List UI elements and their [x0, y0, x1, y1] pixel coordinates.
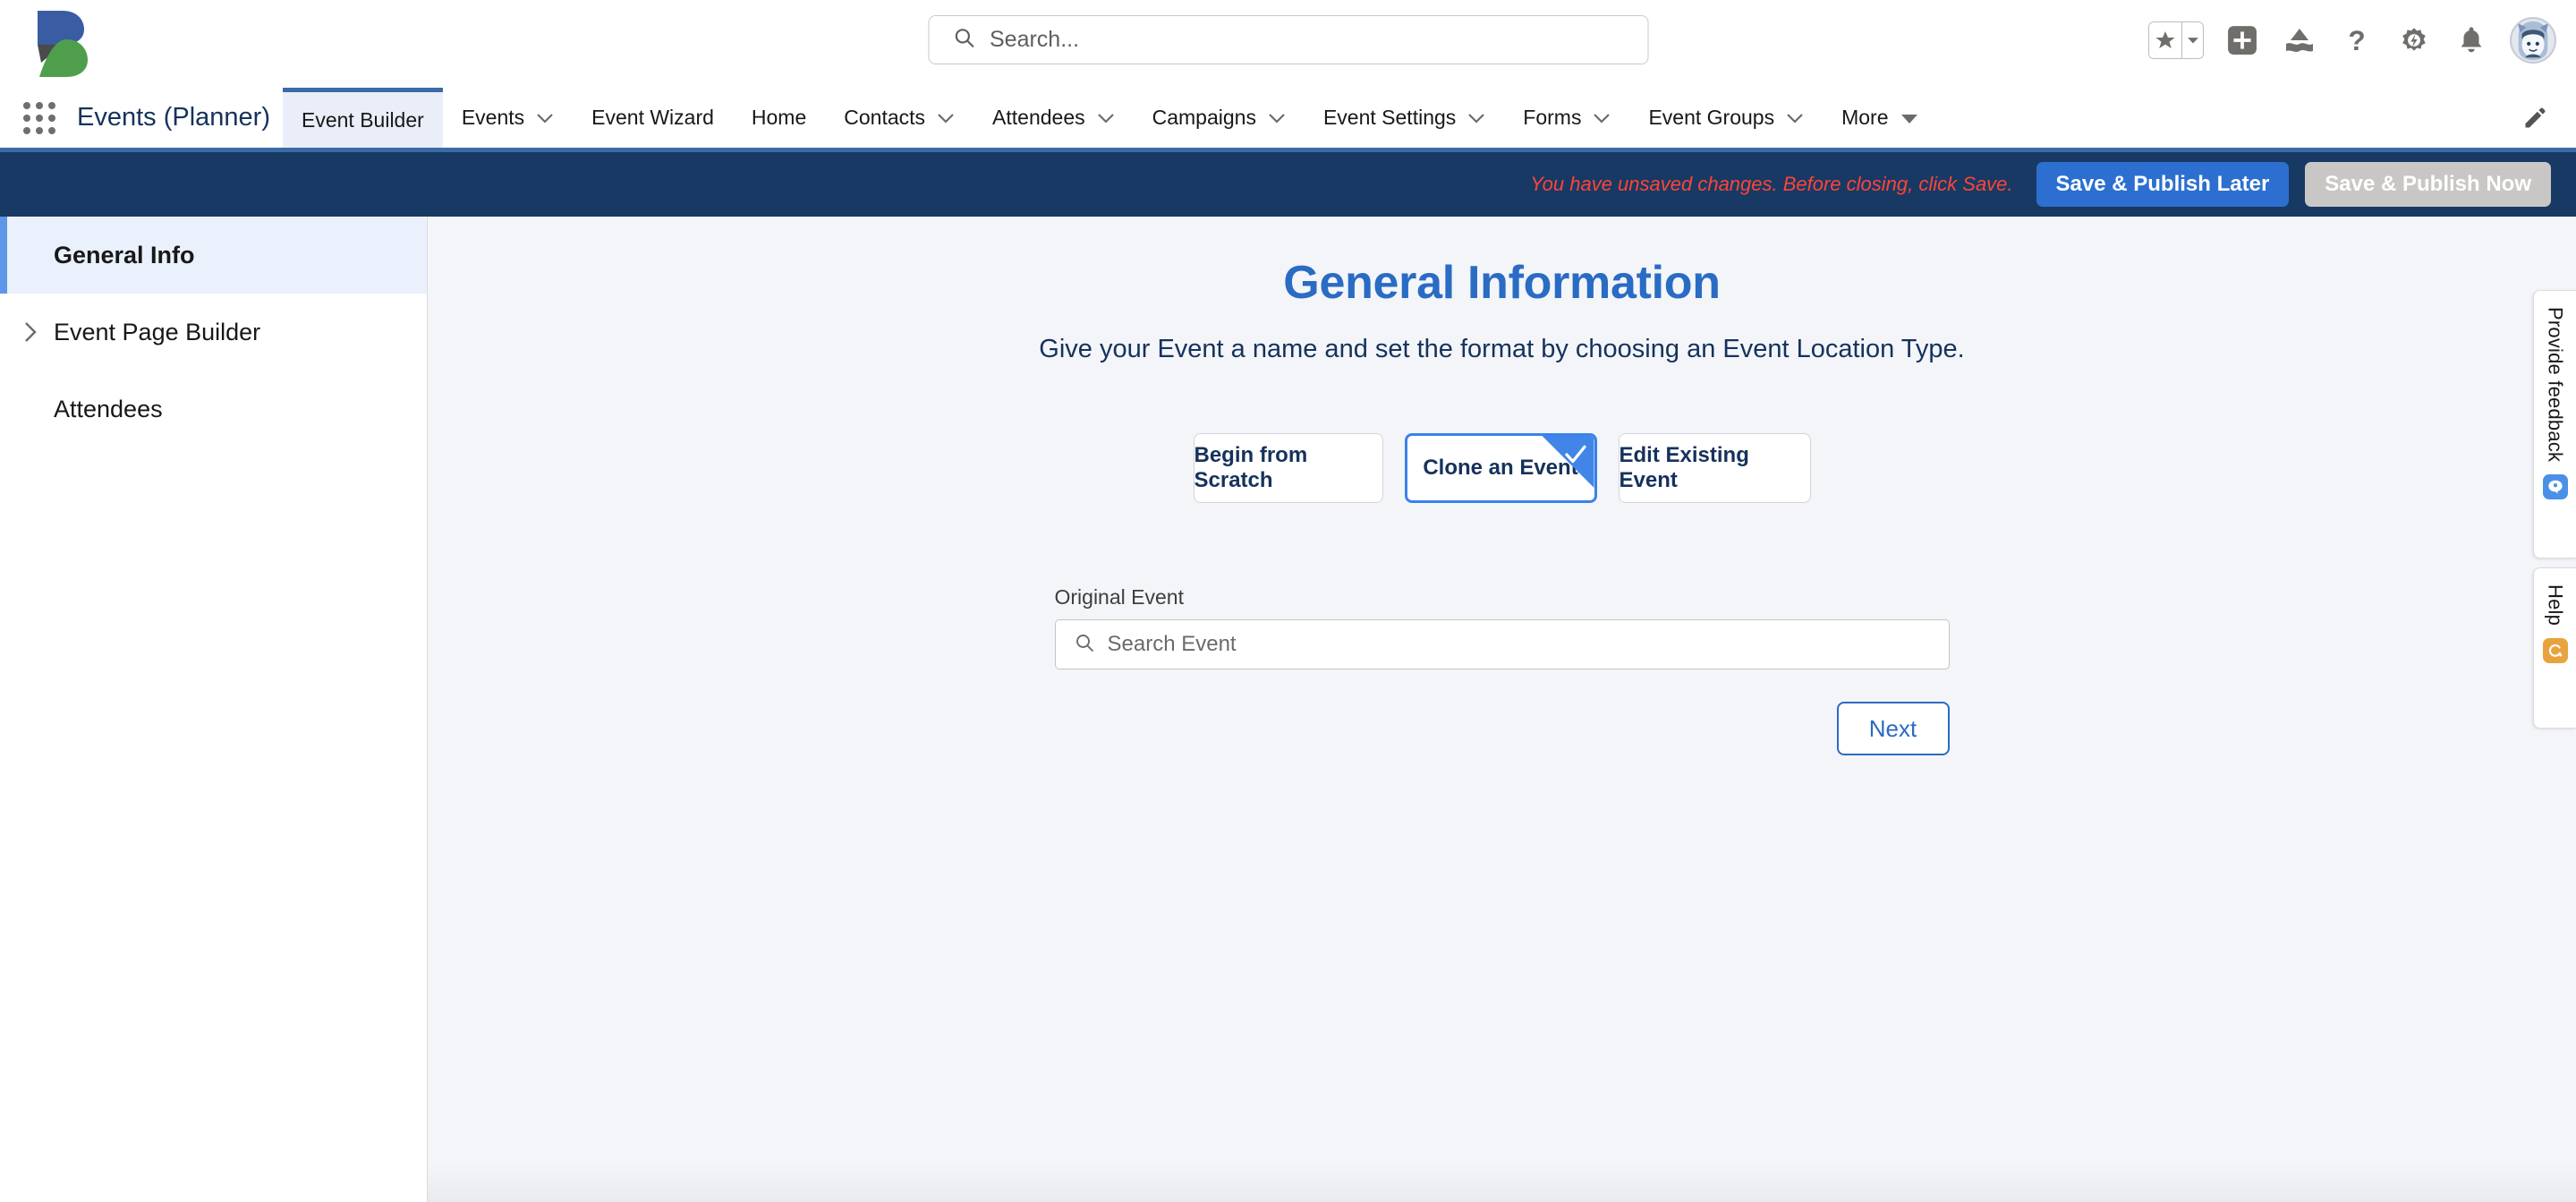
page-subtitle: Give your Event a name and set the forma… — [1039, 335, 1965, 363]
nav-tab-contacts[interactable]: Contacts — [825, 88, 973, 148]
nav-tab-label: Attendees — [992, 106, 1085, 129]
brand-logo[interactable] — [30, 9, 89, 79]
choice-label: Begin from Scratch — [1194, 443, 1308, 492]
nav-tab-label: Home — [751, 106, 807, 129]
setup-gear-icon[interactable] — [2395, 21, 2433, 59]
user-avatar[interactable] — [2510, 17, 2556, 64]
nav-tab-campaigns[interactable]: Campaigns — [1134, 88, 1305, 148]
save-publish-later-button[interactable]: Save & Publish Later — [2036, 162, 2290, 207]
chevron-right-icon — [23, 320, 38, 344]
nav-tab-label: Event Groups — [1648, 106, 1775, 129]
choice-label: Edit Existing Event — [1619, 443, 1749, 492]
nav-tab-label: Event Builder — [302, 107, 424, 132]
utility-rail: Provide feedback Help — [2533, 290, 2576, 729]
search-icon — [1074, 632, 1095, 658]
nav-tab-home[interactable]: Home — [733, 88, 825, 148]
event-creation-mode-group: Begin from Scratch Clone an Event Edit E… — [1193, 433, 1811, 503]
sidebar-item-label: Event Page Builder — [54, 318, 261, 345]
help-lifering-icon — [2542, 638, 2568, 664]
next-button-row: Next — [1055, 702, 1950, 755]
notifications-bell-icon[interactable] — [2453, 21, 2490, 59]
nav-tab-label: Campaigns — [1152, 106, 1256, 129]
original-event-label: Original Event — [1054, 585, 1184, 609]
favorites-group — [2148, 21, 2204, 59]
edit-navigation-pencil-icon[interactable] — [2517, 100, 2553, 136]
nav-tab-label: More — [1841, 106, 1889, 129]
search-icon — [952, 26, 975, 54]
help-question-icon[interactable]: ? — [2338, 21, 2376, 59]
nav-tab-forms[interactable]: Forms — [1504, 88, 1629, 148]
service-setup-icon[interactable] — [2281, 21, 2318, 59]
help-label: Help — [2544, 584, 2567, 627]
save-action-bar: You have unsaved changes. Before closing… — [0, 152, 2576, 217]
nav-tab-list: Event Builder Events Event Wizard Home C… — [283, 88, 2576, 148]
chevron-down-icon — [1786, 106, 1804, 130]
chevron-down-icon — [1268, 106, 1286, 130]
nav-tab-event-groups[interactable]: Event Groups — [1629, 88, 1823, 148]
nav-tab-event-builder[interactable]: Event Builder — [283, 88, 443, 148]
chevron-down-icon — [1467, 106, 1485, 130]
begin-from-scratch-card[interactable]: Begin from Scratch — [1193, 433, 1383, 503]
app-name-label: Events (Planner) — [77, 103, 270, 132]
feedback-icon — [2542, 474, 2568, 500]
global-search-input[interactable]: Search... — [928, 15, 1648, 64]
nav-tab-event-settings[interactable]: Event Settings — [1305, 88, 1504, 148]
provide-feedback-tab[interactable]: Provide feedback — [2533, 290, 2576, 558]
page-body: General Info Event Page Builder Attendee… — [0, 217, 2576, 1202]
header-icon-group: ? — [2148, 13, 2556, 68]
nav-tab-label: Forms — [1523, 106, 1582, 129]
nav-tab-more[interactable]: More — [1823, 88, 1936, 148]
global-actions-plus-icon[interactable] — [2223, 21, 2261, 59]
edit-existing-event-card[interactable]: Edit Existing Event — [1618, 433, 1811, 503]
chevron-down-icon — [937, 106, 955, 130]
original-event-field: Original Event Search Event — [1054, 585, 1950, 669]
original-event-placeholder: Search Event — [1107, 632, 1237, 656]
chevron-down-icon — [536, 106, 554, 130]
nav-tab-label: Event Settings — [1322, 106, 1457, 129]
sidebar-item-label: Attendees — [54, 395, 163, 422]
nav-tab-attendees[interactable]: Attendees — [973, 88, 1134, 148]
sidebar-item-attendees[interactable]: Attendees — [0, 371, 427, 448]
nav-tab-events[interactable]: Events — [443, 88, 573, 148]
sidebar-item-event-page-builder[interactable]: Event Page Builder — [0, 294, 427, 371]
bottom-shade — [428, 1163, 2576, 1202]
clone-an-event-card[interactable]: Clone an Event — [1404, 433, 1597, 503]
app-launcher-icon[interactable] — [14, 88, 64, 148]
global-search-container: Search... — [928, 15, 1648, 64]
chevron-down-icon — [1097, 106, 1115, 130]
next-button[interactable]: Next — [1836, 702, 1950, 755]
sidebar-item-general-info[interactable]: General Info — [0, 217, 427, 294]
page-title: General Information — [1283, 257, 1721, 309]
nav-tab-label: Event Wizard — [591, 106, 714, 129]
svg-text:?: ? — [2348, 25, 2365, 55]
favorites-dropdown-icon[interactable] — [2181, 22, 2203, 58]
nav-tab-event-wizard[interactable]: Event Wizard — [573, 88, 733, 148]
favorites-star-icon[interactable] — [2149, 22, 2181, 58]
caret-down-filled-icon — [1900, 106, 1918, 130]
global-search-placeholder: Search... — [990, 27, 1080, 52]
sidebar-item-label: General Info — [54, 241, 195, 269]
original-event-search-input[interactable]: Search Event — [1054, 619, 1950, 669]
choice-label: Clone an Event — [1423, 456, 1578, 480]
app-navigation-bar: Events (Planner) Event Builder Events Ev… — [0, 88, 2576, 152]
chevron-down-icon — [1593, 106, 1611, 130]
left-sidebar: General Info Event Page Builder Attendee… — [0, 217, 428, 1202]
provide-feedback-label: Provide feedback — [2544, 307, 2567, 463]
global-header: Search... ? — [0, 0, 2576, 88]
main-content: General Information Give your Event a na… — [428, 217, 2576, 1202]
save-publish-now-button: Save & Publish Now — [2305, 162, 2551, 207]
unsaved-changes-message: You have unsaved changes. Before closing… — [1530, 173, 2013, 195]
nav-tab-label: Contacts — [844, 106, 926, 129]
help-tab[interactable]: Help — [2533, 567, 2576, 729]
nav-tab-label: Events — [461, 106, 525, 129]
